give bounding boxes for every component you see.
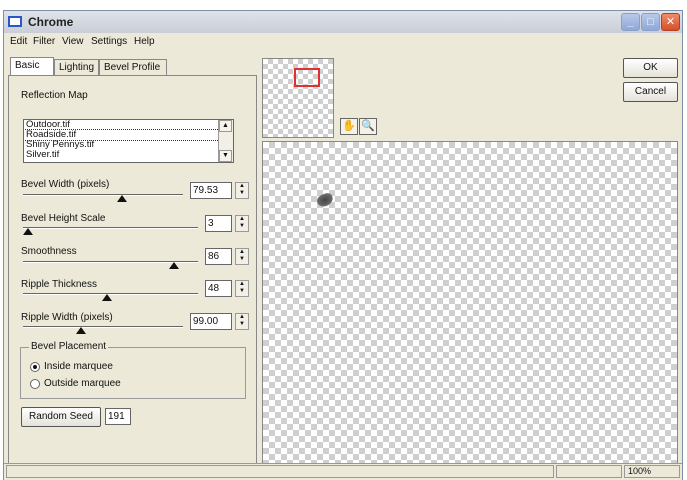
app-icon bbox=[8, 16, 22, 27]
bevel-height-input[interactable]: 3 bbox=[205, 215, 232, 232]
bevel-width-slider[interactable] bbox=[23, 194, 183, 196]
tab-bevel-profile[interactable]: Bevel Profile bbox=[99, 59, 167, 75]
cancel-button[interactable]: Cancel bbox=[623, 82, 678, 102]
close-button[interactable]: ✕ bbox=[661, 13, 680, 31]
ripple-thickness-label: Ripple Thickness bbox=[21, 279, 97, 290]
bevel-width-spinner[interactable]: ▲ ▼ bbox=[235, 182, 249, 199]
random-seed-button[interactable]: Random Seed bbox=[21, 407, 101, 427]
reflection-map-list[interactable]: Outdoor.tif Roadside.tif Shiny Pennys.ti… bbox=[23, 119, 234, 163]
smoothness-thumb[interactable] bbox=[168, 262, 179, 269]
inside-marquee-radio[interactable] bbox=[30, 362, 40, 372]
list-scrollbar[interactable]: ▲ ▼ bbox=[218, 120, 233, 162]
status-pane-main bbox=[6, 465, 554, 478]
ripple-thickness-input[interactable]: 48 bbox=[205, 280, 232, 297]
window-title: Chrome bbox=[28, 15, 74, 29]
preview-canvas[interactable] bbox=[262, 141, 678, 465]
bevel-placement-group: Bevel Placement Inside marquee Outside m… bbox=[20, 341, 246, 399]
menu-filter[interactable]: Filter bbox=[33, 36, 55, 47]
tab-basic[interactable]: Basic bbox=[10, 57, 54, 76]
menu-help[interactable]: Help bbox=[134, 36, 155, 47]
status-bar: 100% bbox=[4, 463, 682, 480]
smoothness-label: Smoothness bbox=[21, 246, 77, 257]
zoom-level: 100% bbox=[624, 465, 680, 478]
random-seed-input[interactable]: 191 bbox=[105, 408, 131, 425]
smoothness-spinner[interactable]: ▲ ▼ bbox=[235, 248, 249, 265]
bevel-width-thumb[interactable] bbox=[117, 195, 128, 202]
ok-button[interactable]: OK bbox=[623, 58, 678, 78]
inside-marquee-label[interactable]: Inside marquee bbox=[44, 361, 113, 372]
basic-settings-panel: Reflection Map Outdoor.tif Roadside.tif … bbox=[8, 75, 257, 469]
reflection-map-label: Reflection Map bbox=[21, 90, 88, 101]
bevel-placement-title: Bevel Placement bbox=[29, 341, 109, 352]
hand-icon[interactable]: ✋ bbox=[340, 118, 358, 135]
scroll-up-icon[interactable]: ▲ bbox=[219, 120, 232, 132]
title-bar[interactable]: Chrome _ □ ✕ bbox=[4, 11, 682, 33]
scroll-down-icon[interactable]: ▼ bbox=[219, 150, 232, 162]
preview-chrome-shape bbox=[315, 191, 335, 209]
bevel-height-spinner[interactable]: ▲ ▼ bbox=[235, 215, 249, 232]
menu-edit[interactable]: Edit bbox=[10, 36, 27, 47]
ripple-width-spinner[interactable]: ▲ ▼ bbox=[235, 313, 249, 330]
status-pane-middle bbox=[556, 465, 622, 478]
smoothness-input[interactable]: 86 bbox=[205, 248, 232, 265]
ripple-width-input[interactable]: 99.00 bbox=[190, 313, 232, 330]
outside-marquee-radio[interactable] bbox=[30, 379, 40, 389]
menu-bar: Edit Filter View Settings Help bbox=[4, 35, 682, 49]
outside-marquee-label[interactable]: Outside marquee bbox=[44, 378, 121, 389]
bevel-width-input[interactable]: 79.53 bbox=[190, 182, 232, 199]
viewport-indicator[interactable] bbox=[294, 68, 320, 87]
bevel-height-label: Bevel Height Scale bbox=[21, 213, 106, 224]
bevel-width-label: Bevel Width (pixels) bbox=[21, 179, 110, 190]
ripple-width-slider[interactable] bbox=[23, 326, 183, 328]
navigator-thumbnail[interactable] bbox=[262, 58, 334, 138]
ripple-thickness-spinner[interactable]: ▲ ▼ bbox=[235, 280, 249, 297]
bevel-height-slider[interactable] bbox=[23, 227, 198, 229]
menu-view[interactable]: View bbox=[62, 36, 84, 47]
bevel-height-thumb[interactable] bbox=[23, 228, 34, 235]
ripple-width-label: Ripple Width (pixels) bbox=[21, 312, 113, 323]
menu-settings[interactable]: Settings bbox=[91, 36, 127, 47]
maximize-button[interactable]: □ bbox=[641, 13, 660, 31]
ripple-thickness-thumb[interactable] bbox=[102, 294, 112, 301]
chrome-dialog: Chrome _ □ ✕ Edit Filter View Settings H… bbox=[3, 10, 683, 480]
list-item[interactable]: Silver.tif bbox=[24, 150, 233, 160]
tab-lighting[interactable]: Lighting bbox=[54, 59, 99, 75]
minimize-button[interactable]: _ bbox=[621, 13, 640, 31]
magnifier-icon[interactable]: 🔍 bbox=[359, 118, 377, 135]
ripple-width-thumb[interactable] bbox=[75, 327, 86, 334]
